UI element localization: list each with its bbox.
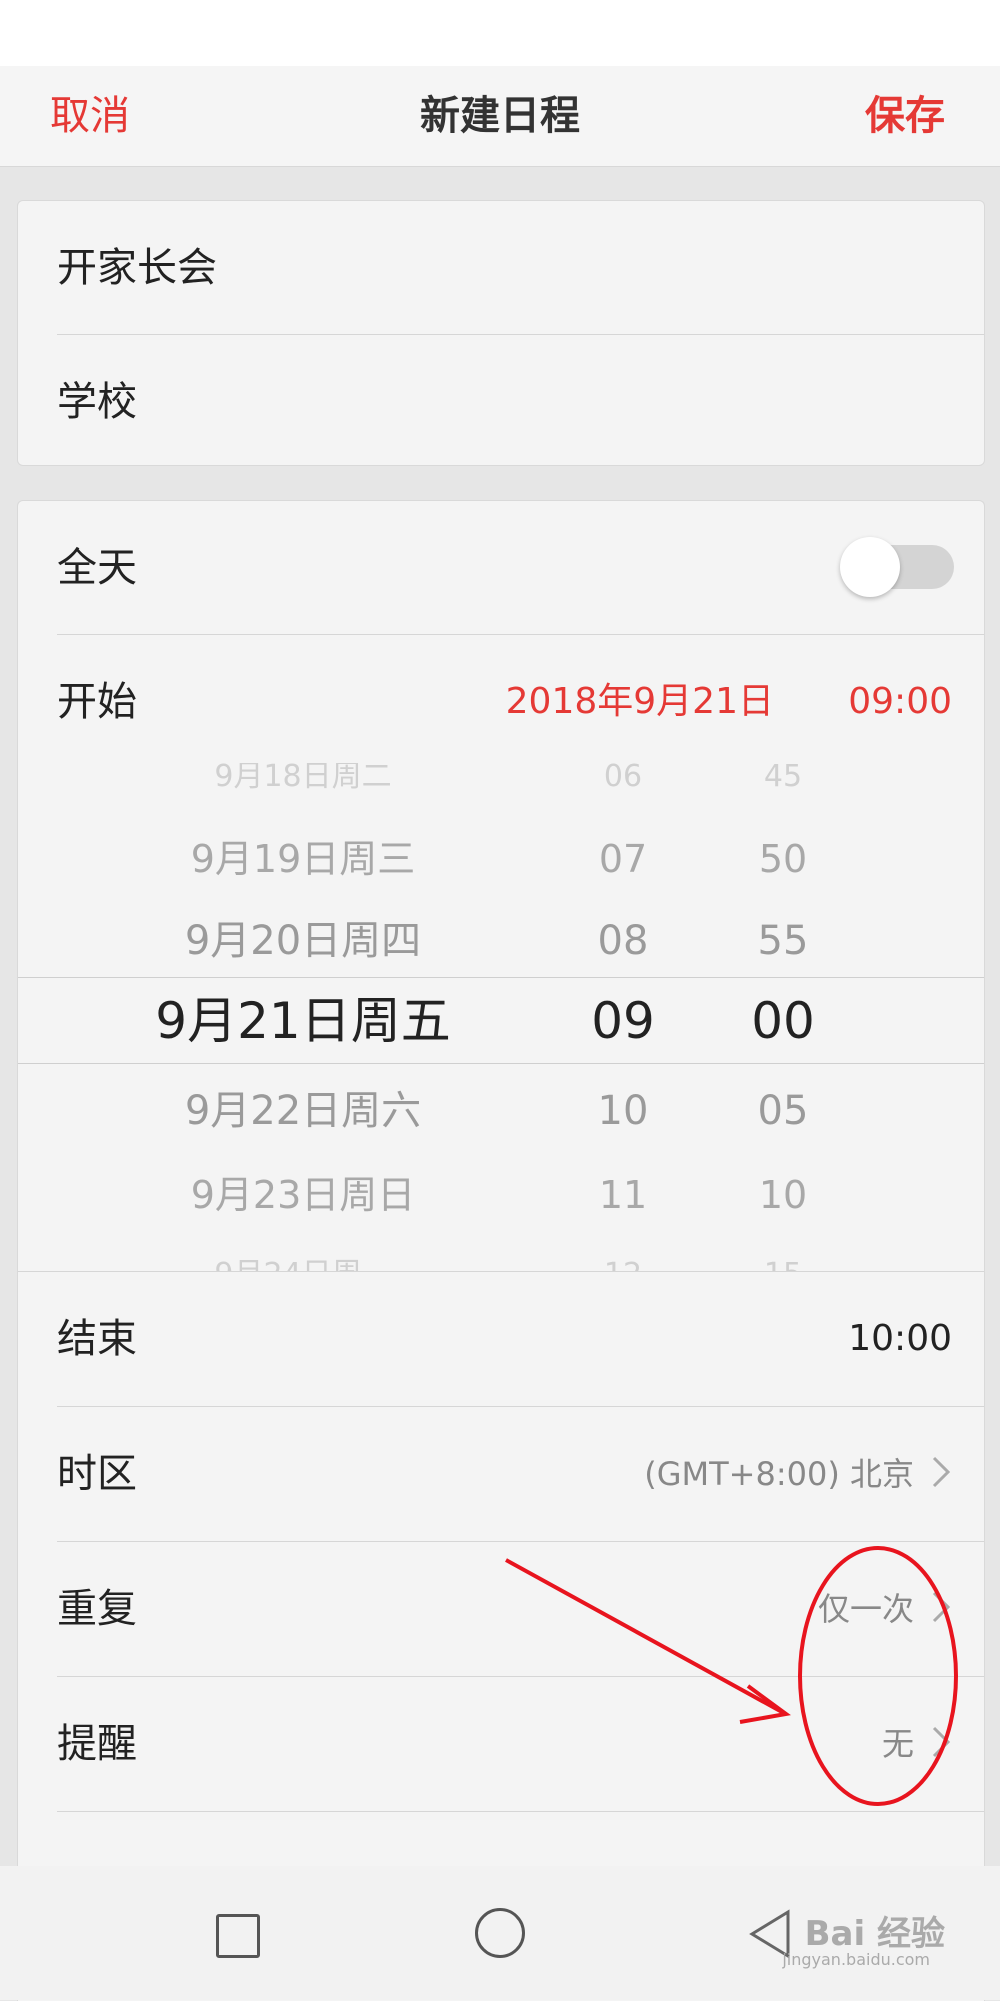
timezone-value: (GMT+8:00) 北京 (644, 1455, 914, 1493)
date-wheel[interactable]: 9月18日周二 9月19日周三 9月20日周四 9月21日周五 9月22日周六 9月23日… (118, 763, 488, 1271)
timezone-label: 时区 (57, 1451, 137, 1497)
end-label: 结束 (57, 1316, 137, 1362)
reminder-value: 无 (881, 1725, 914, 1763)
start-label: 开始 (57, 679, 137, 725)
system-navigation-bar: Bai 经验 jingyan.baidu.com (0, 1866, 1000, 2000)
hour-wheel[interactable]: 06 07 08 09 10 11 12 (563, 763, 683, 1271)
chevron-right-icon (930, 1589, 952, 1625)
all-day-label: 全天 (57, 545, 137, 591)
watermark-site: jingyan.baidu.com (782, 1950, 930, 1969)
recent-apps-icon[interactable] (216, 1914, 260, 1958)
picker-minute-option[interactable]: 15 (723, 1260, 843, 1272)
reminder-row[interactable]: 提醒 无 (18, 1677, 984, 1811)
event-location-value: 学校 (57, 379, 137, 425)
status-bar (0, 0, 1000, 66)
start-time-value[interactable]: 09:00 (848, 635, 952, 769)
event-location-field[interactable]: 学校 (18, 335, 984, 469)
picker-date-option[interactable]: 9月18日周二 (118, 763, 488, 792)
event-title-field[interactable]: 开家长会 (18, 201, 984, 335)
picker-minute-option[interactable]: 00 (723, 996, 843, 1046)
event-title-value: 开家长会 (57, 245, 217, 291)
chevron-right-icon (930, 1724, 952, 1760)
picker-date-option[interactable]: 9月20日周四 (118, 921, 488, 961)
watermark-brand: Bai 经验 (804, 1914, 945, 1954)
minute-wheel[interactable]: 45 50 55 00 05 10 15 (723, 763, 843, 1271)
divider (57, 1811, 984, 1812)
picker-date-option[interactable]: 9月24日周一 (118, 1260, 488, 1272)
picker-minute-option[interactable]: 45 (723, 763, 843, 792)
top-nav-bar: 取消 新建日程 保存 (0, 66, 1000, 167)
repeat-row[interactable]: 重复 仅一次 (18, 1542, 984, 1676)
event-info-card: 开家长会 学校 (17, 200, 985, 466)
timezone-row[interactable]: 时区 (GMT+8:00) 北京 (18, 1407, 984, 1541)
date-time-picker[interactable]: 9月18日周二 9月19日周三 9月20日周四 9月21日周五 9月22日周六 9月23日… (18, 763, 984, 1271)
picker-minute-option[interactable]: 55 (723, 921, 843, 961)
picker-date-option[interactable]: 9月23日周日 (118, 1176, 488, 1214)
repeat-value: 仅一次 (817, 1590, 914, 1628)
picker-hour-option[interactable]: 06 (563, 763, 683, 792)
page-title: 新建日程 (420, 93, 580, 139)
picker-date-option[interactable]: 9月22日周六 (118, 1091, 488, 1131)
picker-hour-option[interactable]: 08 (563, 921, 683, 961)
picker-hour-option[interactable]: 12 (563, 1260, 683, 1272)
picker-hour-option[interactable]: 11 (563, 1176, 683, 1214)
chevron-right-icon (930, 1454, 952, 1490)
picker-minute-option[interactable]: 05 (723, 1091, 843, 1131)
start-date-value[interactable]: 2018年9月21日 (506, 635, 774, 769)
end-time-value[interactable]: 10:00 (848, 1272, 952, 1406)
picker-date-option[interactable]: 9月21日周五 (118, 996, 488, 1046)
all-day-toggle[interactable] (840, 537, 954, 597)
picker-hour-option[interactable]: 07 (563, 840, 683, 878)
end-row[interactable]: 结束 10:00 (18, 1272, 984, 1406)
reminder-label: 提醒 (57, 1721, 137, 1767)
event-time-card: 全天 开始 2018年9月21日 09:00 9月18日周二 9月19日周三 9月2… (17, 500, 985, 2001)
picker-minute-option[interactable]: 50 (723, 840, 843, 878)
repeat-label: 重复 (57, 1586, 137, 1632)
picker-hour-option[interactable]: 09 (563, 996, 683, 1046)
home-icon[interactable] (475, 1908, 525, 1958)
picker-hour-option[interactable]: 10 (563, 1091, 683, 1131)
picker-minute-option[interactable]: 10 (723, 1176, 843, 1214)
toggle-knob (840, 537, 900, 597)
save-button[interactable]: 保存 (865, 66, 945, 166)
picker-date-option[interactable]: 9月19日周三 (118, 840, 488, 878)
start-row[interactable]: 开始 2018年9月21日 09:00 (18, 635, 984, 769)
all-day-row: 全天 (18, 501, 984, 635)
